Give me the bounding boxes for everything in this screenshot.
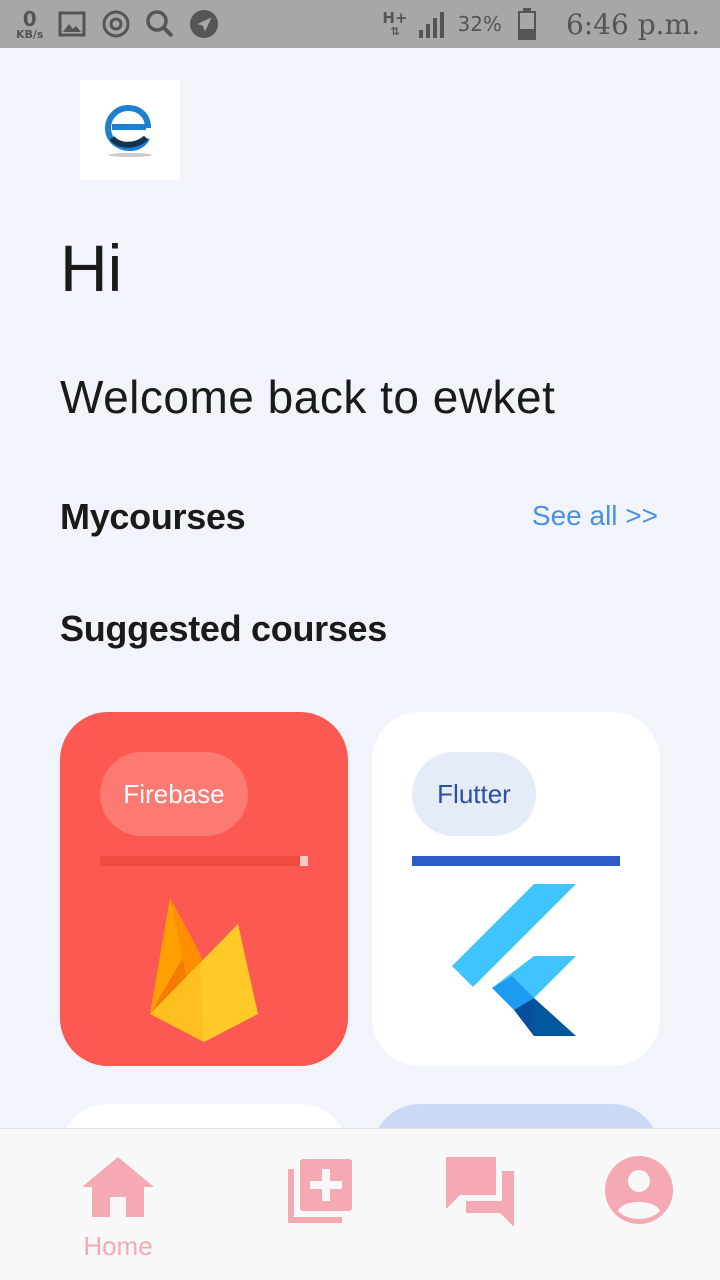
progress-bar-flutter bbox=[412, 856, 620, 866]
welcome-message: Welcome back to ewket bbox=[60, 371, 556, 423]
nav-label-home: Home bbox=[83, 1231, 153, 1261]
search-icon bbox=[145, 9, 175, 39]
course-chip-flutter: Flutter bbox=[412, 752, 536, 836]
status-bar-left: 0 KB/s bbox=[0, 9, 219, 40]
nav-item-add-course[interactable] bbox=[284, 1155, 356, 1227]
add-course-icon bbox=[288, 1159, 352, 1223]
profile-icon bbox=[605, 1156, 673, 1224]
progress-bar-firebase bbox=[100, 856, 308, 866]
network-type: H+ ⇅ bbox=[382, 9, 408, 38]
nav-item-chat[interactable] bbox=[444, 1155, 518, 1227]
status-bar-right: H+ ⇅ 32% 6:46 p.m. bbox=[382, 8, 720, 41]
image-icon bbox=[57, 9, 87, 39]
home-icon bbox=[82, 1157, 154, 1217]
nav-item-profile[interactable] bbox=[604, 1155, 674, 1225]
battery-icon bbox=[512, 8, 542, 40]
course-card-flutter[interactable]: Flutter bbox=[372, 712, 660, 1066]
network-speed: 0 KB/s bbox=[16, 9, 43, 40]
greeting-title: Hi bbox=[60, 231, 123, 305]
screen: 0 KB/s H+ ⇅ 32% 6:46 p.m. Hi Welcome bac… bbox=[0, 0, 720, 1280]
see-all-link[interactable]: See all >> bbox=[532, 500, 658, 532]
clock: 6:46 p.m. bbox=[565, 7, 700, 41]
battery-percent: 32% bbox=[457, 12, 502, 36]
network-speed-unit: KB/s bbox=[16, 27, 44, 41]
network-speed-value: 0 bbox=[22, 6, 37, 31]
navigation-icon bbox=[189, 9, 219, 39]
ewket-logo-icon bbox=[104, 104, 152, 157]
status-bar: 0 KB/s H+ ⇅ 32% 6:46 p.m. bbox=[0, 0, 720, 48]
sync-icon bbox=[101, 9, 131, 39]
signal-icon bbox=[417, 9, 447, 39]
network-type-label: H+ bbox=[382, 9, 408, 27]
nav-item-home[interactable]: Home bbox=[78, 1155, 158, 1262]
ewket-logo bbox=[80, 80, 180, 180]
course-card-firebase[interactable]: Firebase bbox=[60, 712, 348, 1066]
suggested-courses-title: Suggested courses bbox=[60, 608, 388, 649]
progress-bar-knob bbox=[300, 856, 308, 866]
chat-icon bbox=[446, 1157, 514, 1227]
flutter-icon bbox=[452, 884, 576, 1036]
data-arrows-icon: ⇅ bbox=[390, 25, 400, 38]
course-chip-firebase: Firebase bbox=[100, 752, 248, 836]
my-courses-title: Mycourses bbox=[60, 496, 246, 537]
firebase-icon bbox=[150, 898, 258, 1042]
bottom-navigation: Home bbox=[0, 1128, 720, 1280]
